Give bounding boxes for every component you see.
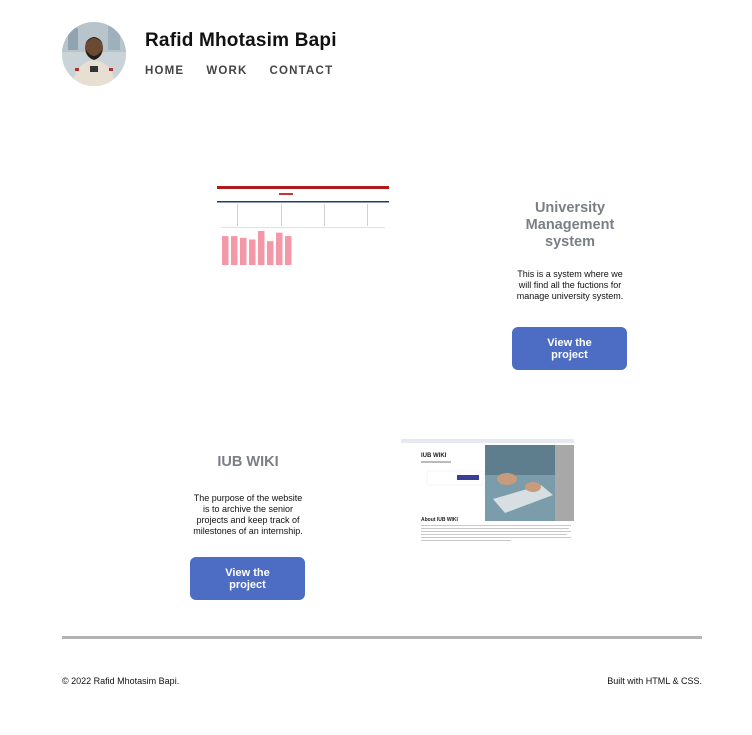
project-thumbnail-ums xyxy=(217,186,389,266)
built-with-text: Built with HTML & CSS. xyxy=(607,676,702,686)
project-info-ums: University Management system This is a s… xyxy=(510,200,630,302)
ums-chart-bar xyxy=(249,239,256,265)
avatar[interactable] xyxy=(62,22,126,86)
nav-contact[interactable]: CONTACT xyxy=(270,65,334,77)
wiki-subheading: About IUB WIKI xyxy=(421,517,459,523)
ums-nav-line xyxy=(217,201,389,203)
ums-header-bar xyxy=(217,186,389,189)
project-title: University Management system xyxy=(525,200,615,250)
view-project-button[interactable]: View the project xyxy=(190,557,305,600)
site-header: Rafid Mhotasim Bapi HOME WORK CONTACT xyxy=(62,22,702,88)
footer-divider xyxy=(62,636,702,639)
ums-chart-bar xyxy=(267,241,274,265)
ums-screenshot xyxy=(217,186,389,266)
nav-work[interactable]: WORK xyxy=(206,65,247,77)
project-info-wiki: IUB WIKI The purpose of the website is t… xyxy=(188,454,308,537)
site-title: Rafid Mhotasim Bapi xyxy=(145,30,337,51)
wiki-thumb-button xyxy=(457,475,479,480)
nav-home[interactable]: HOME xyxy=(145,65,184,77)
ums-logo xyxy=(279,193,293,195)
ums-chart-bar xyxy=(276,232,283,265)
ums-chart-bar xyxy=(222,236,229,265)
ums-chart-bar xyxy=(240,237,247,265)
wiki-screenshot: IUB WIKI About IUB WIKI xyxy=(401,439,574,545)
project-thumbnail-wiki: IUB WIKI About IUB WIKI xyxy=(401,439,574,545)
main-nav: HOME WORK CONTACT xyxy=(145,65,355,77)
project-description: The purpose of the website is to archive… xyxy=(193,493,303,536)
ums-chart-bar xyxy=(231,236,238,265)
project-description: This is a system where we will find all … xyxy=(516,269,624,301)
copyright-text: © 2022 Rafid Mhotasim Bapi. xyxy=(62,676,180,686)
wiki-heading: IUB WIKI xyxy=(421,453,447,459)
profile-photo xyxy=(62,22,126,86)
project-title: IUB WIKI xyxy=(217,454,279,470)
view-project-button[interactable]: View the project xyxy=(512,327,627,370)
ums-chart-bar xyxy=(285,236,292,265)
ums-chart-bar xyxy=(258,231,265,265)
